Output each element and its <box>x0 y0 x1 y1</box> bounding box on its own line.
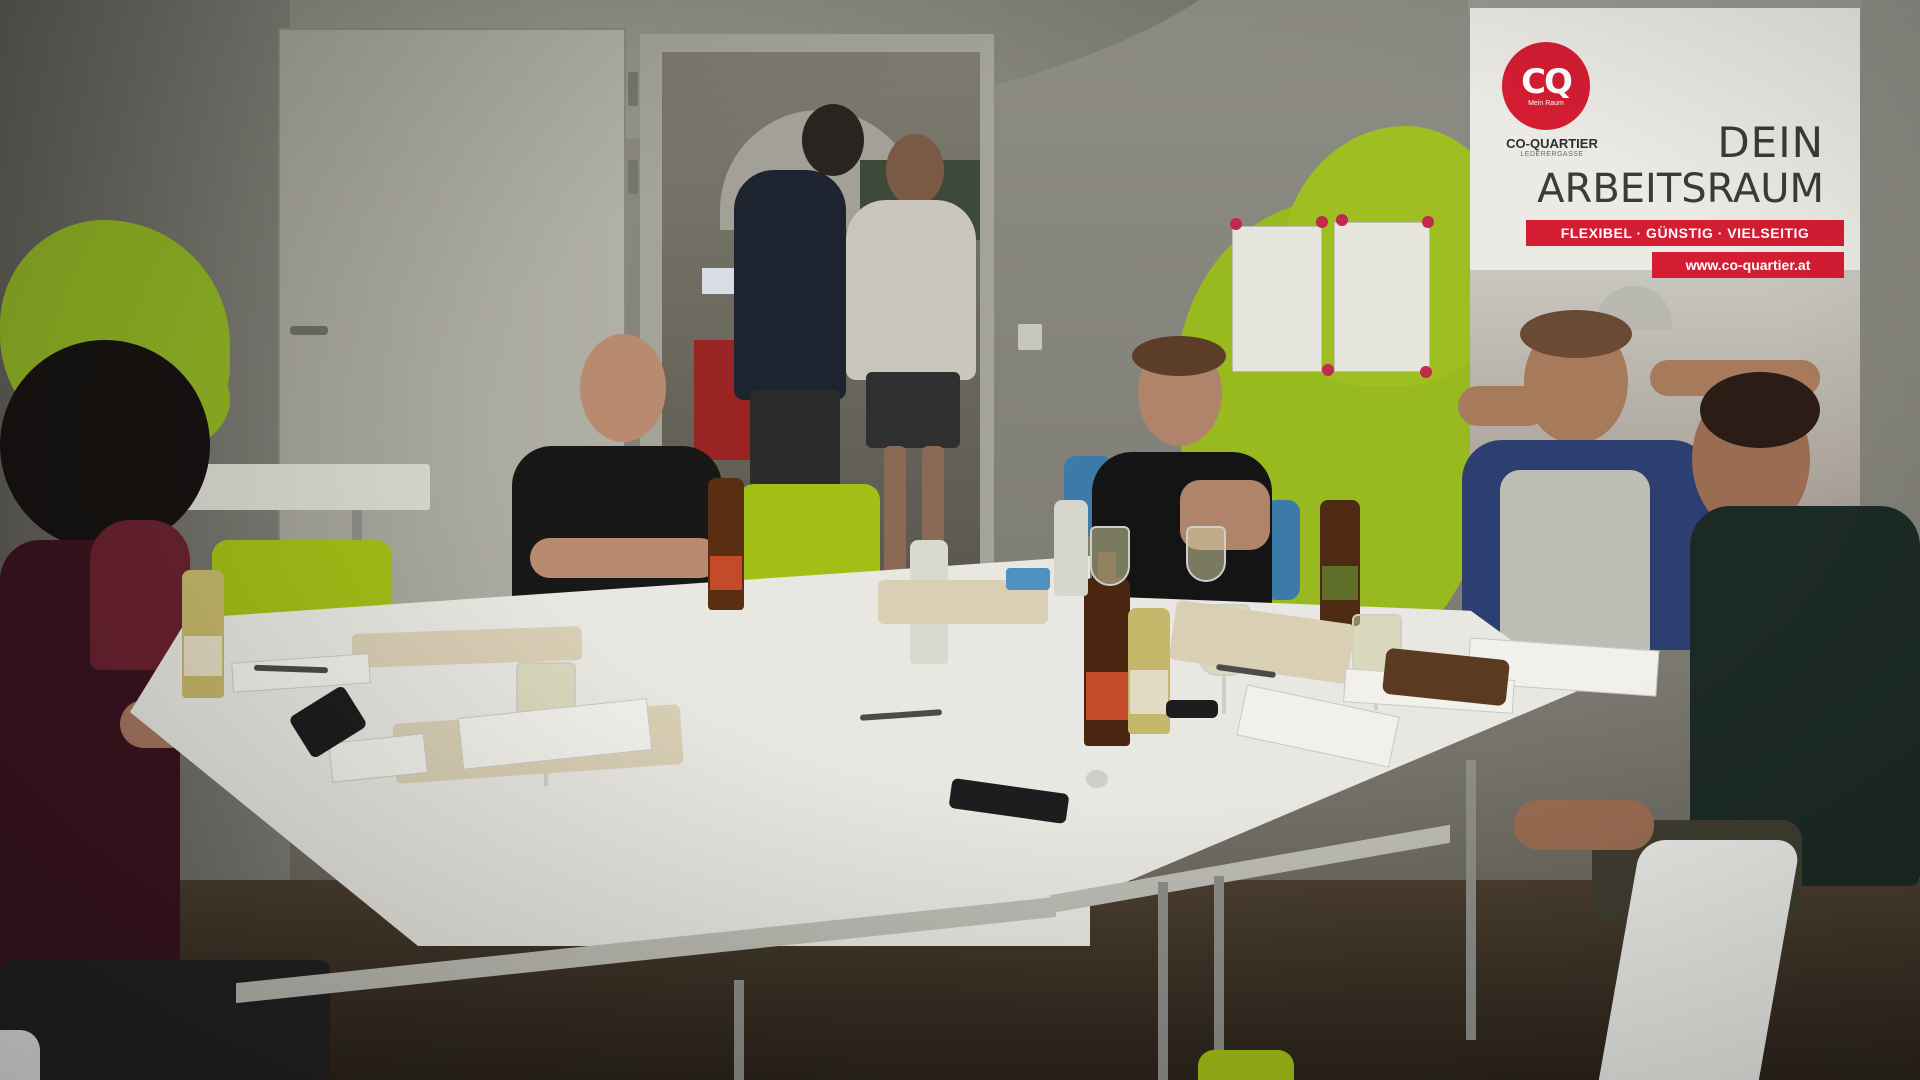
pushpin <box>1422 216 1434 228</box>
bottle-cap <box>1086 770 1108 788</box>
smartphone <box>1166 700 1218 718</box>
bottle-label <box>710 556 742 590</box>
snack-packet <box>1006 568 1050 590</box>
beer-bottle <box>1320 500 1360 626</box>
pushpin <box>1316 216 1328 228</box>
drinking-glass <box>1090 526 1130 586</box>
pinned-chart-sheet <box>1334 222 1430 372</box>
pushpin <box>1230 218 1242 230</box>
beer-bottle <box>708 478 744 610</box>
bottle-label <box>184 636 222 676</box>
bottle-label <box>1086 672 1128 720</box>
banner-tagline: FLEXIBEL · GÜNSTIG · VIELSEITIG <box>1526 220 1844 246</box>
pushpin <box>1420 366 1432 378</box>
glass-stem <box>1222 674 1226 714</box>
meeting-room-photo: CQ Mein Raum CO-QUARTIER LEDERERGASSE DE… <box>0 0 1920 1080</box>
door-handle <box>290 326 328 335</box>
pushpin <box>1322 364 1334 376</box>
table-leg <box>734 980 744 1080</box>
pinned-map-sheet <box>1232 226 1322 372</box>
white-chair <box>0 1030 40 1080</box>
brand-location: LEDERERGASSE <box>1520 151 1584 158</box>
beer-bottle <box>1084 578 1130 746</box>
co-quartier-logo: CQ Mein Raum <box>1502 42 1590 130</box>
drinking-glass <box>1186 526 1226 582</box>
banner-headline-line2: ARBEITSRAUM <box>1537 166 1824 212</box>
bottle-label <box>1322 566 1358 600</box>
table-leg <box>1214 876 1224 1066</box>
table-leg <box>1158 882 1168 1080</box>
banner-headline-line1: DEIN <box>1717 118 1824 167</box>
door-hinge <box>628 72 638 106</box>
lime-chair <box>1198 1050 1294 1080</box>
wall-sign <box>702 268 738 294</box>
logo-mark: CQ <box>1521 61 1573 102</box>
water-bottle <box>1054 500 1088 596</box>
juice-bottle <box>182 570 224 698</box>
logo-subtitle: Mein Raum <box>1528 99 1564 107</box>
brand-name: CO-QUARTIER <box>1506 136 1598 151</box>
banner-url: www.co-quartier.at <box>1652 252 1844 278</box>
bottle-label <box>1130 670 1168 714</box>
door-hinge <box>628 160 638 194</box>
pushpin <box>1336 214 1348 226</box>
table-leg <box>1466 760 1476 1040</box>
light-switch <box>1018 324 1042 350</box>
